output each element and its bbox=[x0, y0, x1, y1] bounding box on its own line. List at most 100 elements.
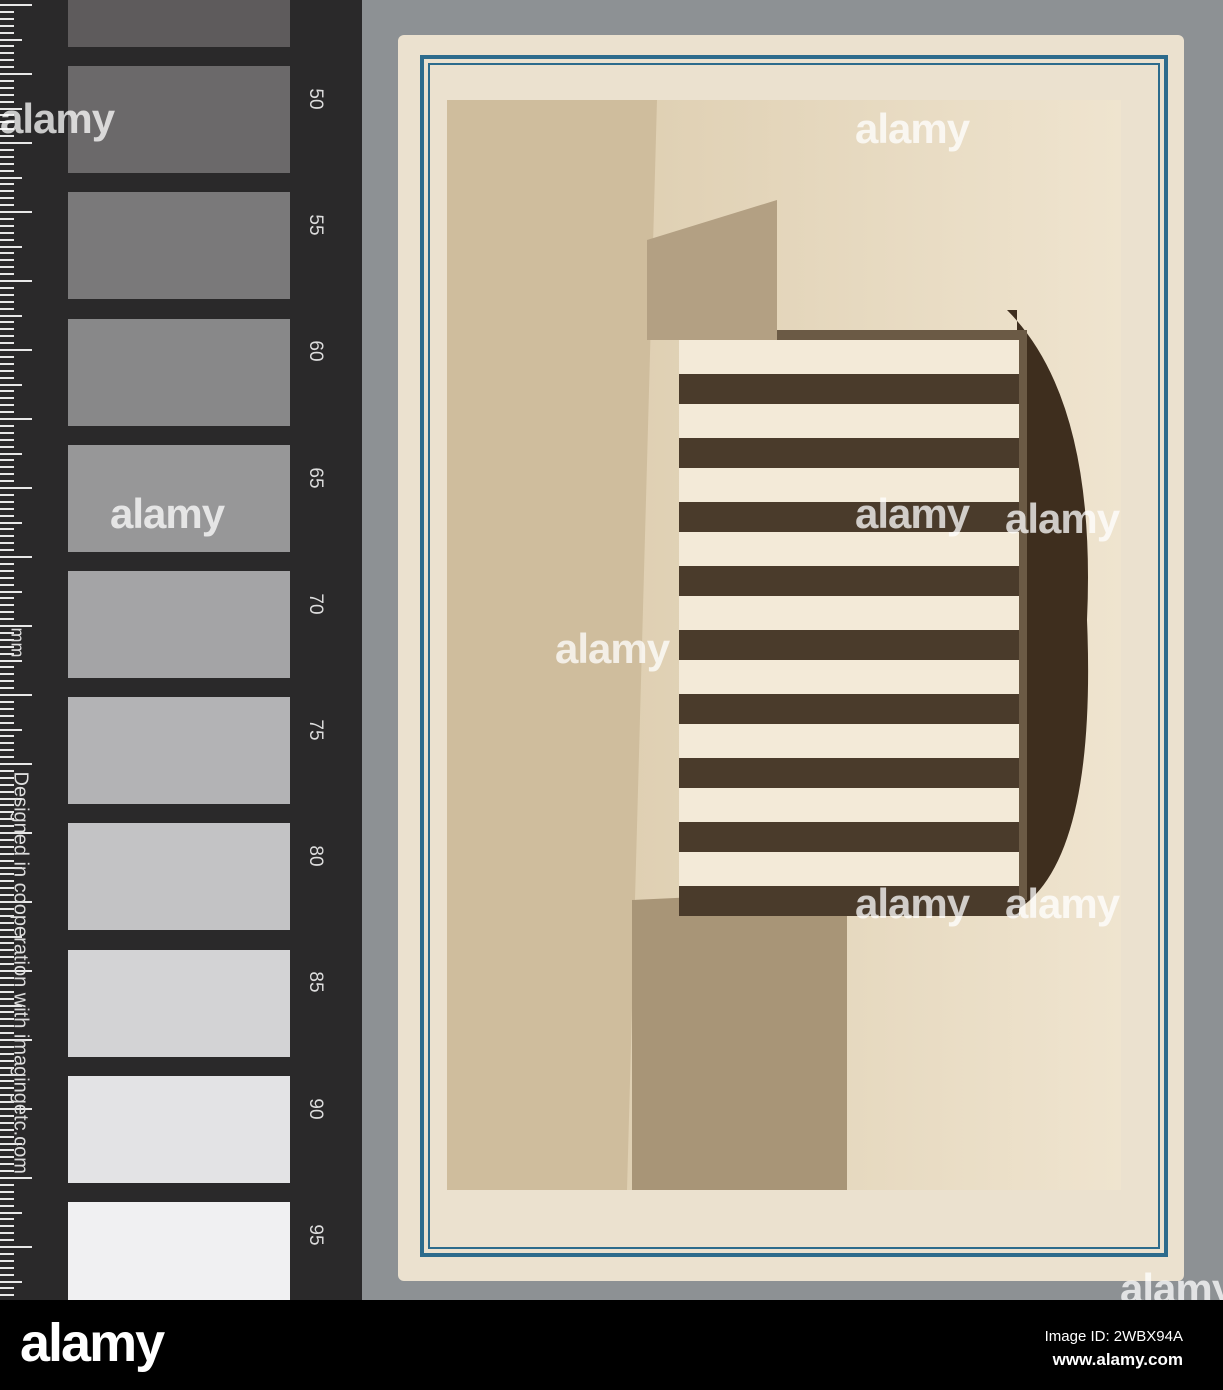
ruler-tick bbox=[0, 211, 32, 213]
ruler-tick bbox=[0, 183, 14, 186]
gray-swatch bbox=[68, 0, 290, 47]
temple-column bbox=[679, 724, 1019, 758]
ruler-number: 55 bbox=[305, 214, 326, 236]
ruler-tick bbox=[0, 169, 14, 172]
ruler-tick bbox=[0, 721, 14, 724]
ruler-tick bbox=[0, 487, 32, 489]
ruler-tick bbox=[0, 411, 14, 414]
ruler-tick bbox=[0, 500, 14, 503]
ruler-tick bbox=[0, 355, 14, 358]
ruler-tick bbox=[0, 390, 14, 393]
ruler-tick bbox=[0, 66, 14, 69]
ruler-tick bbox=[0, 52, 14, 55]
footer-bar: alamy Image ID: 2WBX94A www.alamy.com bbox=[0, 1300, 1223, 1390]
ruler-tick bbox=[0, 493, 14, 496]
ruler-tick bbox=[0, 542, 14, 545]
ruler-tick bbox=[0, 224, 14, 227]
ruler-tick bbox=[0, 286, 14, 289]
ruler-number: 60 bbox=[305, 340, 326, 362]
ruler-tick bbox=[0, 342, 14, 345]
ruler-tick bbox=[0, 590, 22, 593]
ruler-tick bbox=[0, 259, 14, 262]
ruler-tick bbox=[0, 735, 14, 738]
gray-swatch bbox=[68, 949, 290, 1057]
ruler-tick bbox=[0, 666, 14, 669]
ruler-tick bbox=[0, 659, 22, 662]
column-shadow bbox=[679, 822, 1019, 852]
ruler-tick bbox=[0, 680, 14, 683]
column-shadow bbox=[679, 630, 1019, 660]
ruler-number: 80 bbox=[305, 845, 326, 867]
ruler-tick bbox=[0, 252, 14, 255]
ruler-tick bbox=[0, 335, 14, 338]
ruler-tick bbox=[0, 562, 14, 565]
ruler-tick bbox=[0, 424, 14, 427]
ruler-tick bbox=[0, 756, 14, 759]
ruler-tick bbox=[0, 597, 14, 600]
ruler-tick bbox=[0, 238, 14, 241]
column-shadow bbox=[679, 438, 1019, 468]
ruler-number: 85 bbox=[305, 971, 326, 993]
gray-swatch bbox=[68, 1202, 290, 1309]
ruler-tick bbox=[0, 321, 14, 324]
gray-swatch bbox=[68, 823, 290, 931]
ruler-tick bbox=[0, 86, 14, 89]
gray-swatch bbox=[68, 697, 290, 805]
ruler-tick bbox=[0, 369, 14, 372]
temple-column bbox=[679, 340, 1019, 374]
ruler-tick bbox=[0, 714, 14, 717]
ruler-tick bbox=[0, 687, 14, 690]
ruler-tick bbox=[0, 569, 14, 572]
ruler-tick bbox=[0, 397, 14, 400]
column-shadow bbox=[679, 758, 1019, 788]
ruler-tick bbox=[0, 73, 32, 75]
credit-text: Designed in cooperation with imagingetc.… bbox=[9, 771, 32, 1174]
alamy-watermark: alamy bbox=[1005, 495, 1120, 542]
ruler-tick bbox=[0, 328, 14, 331]
ruler-tick bbox=[0, 452, 22, 455]
temple-column bbox=[679, 660, 1019, 694]
ruler-tick bbox=[0, 549, 14, 552]
building-ruins bbox=[632, 890, 847, 1190]
ruler-tick bbox=[0, 514, 14, 517]
ruler-tick bbox=[0, 362, 14, 365]
ruler-tick bbox=[0, 728, 22, 731]
ruler-tick bbox=[0, 694, 32, 696]
ruler-tick bbox=[0, 17, 14, 20]
ruler-tick bbox=[0, 383, 22, 386]
ruler-tick bbox=[0, 535, 14, 538]
website-url: www.alamy.com bbox=[1052, 1350, 1183, 1369]
ruler-tick bbox=[0, 404, 14, 407]
ruler-tick bbox=[0, 611, 14, 614]
ruler-tick bbox=[0, 473, 14, 476]
ruler-tick bbox=[0, 31, 14, 34]
ruler-tick bbox=[0, 24, 14, 27]
ruler-tick bbox=[0, 266, 14, 269]
ruler-tick bbox=[0, 459, 14, 462]
temple-photograph bbox=[447, 100, 1121, 1190]
temple-column bbox=[679, 404, 1019, 438]
unit-label: mm bbox=[7, 627, 28, 658]
alamy-watermark: alamy bbox=[555, 625, 670, 672]
temple-column bbox=[679, 596, 1019, 630]
gray-swatch bbox=[68, 571, 290, 678]
ruler-tick bbox=[0, 576, 14, 579]
ruler-tick bbox=[0, 190, 14, 193]
ruler-tick bbox=[0, 231, 14, 234]
ruler-tick bbox=[0, 217, 14, 220]
alamy-logo: alamy bbox=[20, 1313, 165, 1373]
ruler-tick bbox=[0, 445, 14, 448]
ruler-tick bbox=[0, 466, 14, 469]
ruler-number: 95 bbox=[305, 1224, 326, 1246]
ruler-tick bbox=[0, 438, 14, 441]
ruler-number: 70 bbox=[305, 593, 326, 615]
ruler-tick bbox=[0, 618, 14, 621]
gray-swatch bbox=[68, 318, 290, 426]
alamy-watermark: alamy bbox=[855, 105, 970, 152]
ruler-tick bbox=[0, 349, 32, 351]
ruler-tick bbox=[0, 273, 14, 276]
ruler-tick bbox=[0, 673, 14, 676]
ruler-tick bbox=[0, 79, 14, 82]
column-shadow bbox=[679, 694, 1019, 724]
column-shadow bbox=[679, 374, 1019, 404]
